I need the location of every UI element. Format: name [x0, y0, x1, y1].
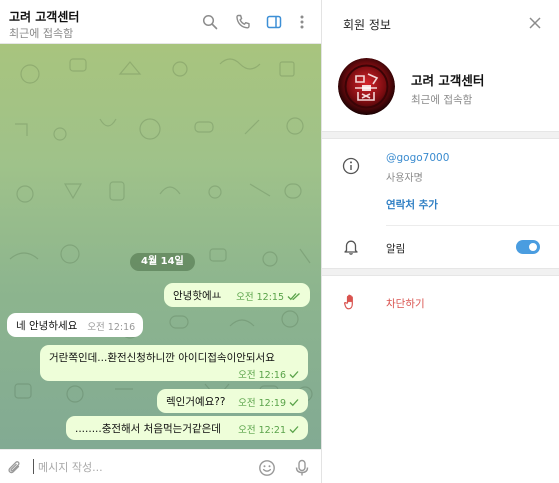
panel-title: 회원 정보	[343, 18, 391, 32]
date-divider: 4월 14일	[130, 253, 195, 271]
microphone-icon[interactable]	[292, 458, 312, 478]
username-label: 사용자명	[386, 173, 423, 184]
message-time: 오전 12:15	[236, 292, 284, 303]
message-time: 오전 12:21	[238, 425, 286, 436]
username-value[interactable]: @gogo7000	[386, 152, 449, 164]
message-bubble-outgoing[interactable]: ........충전해서 처음먹는거같은데 오전 12:21	[66, 416, 308, 440]
user-info-panel: 회원 정보 고려 고객센터 최근에 접속함 @gogo7000 사용자명 연락처…	[321, 0, 559, 483]
chat-status: 최근에 접속함	[9, 27, 74, 40]
check-icon	[289, 371, 299, 379]
message-bubble-outgoing[interactable]: 안녕핫에ㅛ 오전 12:15	[164, 283, 310, 307]
bell-icon	[342, 238, 360, 256]
message-text: 렉인거예요??	[166, 396, 226, 408]
block-hand-icon	[342, 293, 360, 311]
notifications-toggle[interactable]	[516, 240, 540, 254]
chat-header: 고려 고객센터 최근에 접속함	[0, 0, 321, 44]
message-time: 오전 12:19	[238, 398, 286, 409]
sidebar-toggle-icon[interactable]	[264, 12, 284, 32]
toggle-knob	[527, 241, 539, 253]
message-input[interactable]	[33, 458, 243, 476]
profile-name: 고려 고객센터	[411, 73, 485, 88]
section-separator	[322, 268, 559, 276]
check-icon	[289, 426, 299, 434]
chat-title[interactable]: 고려 고객센터	[9, 8, 79, 25]
more-vertical-icon[interactable]	[292, 12, 312, 32]
info-icon	[342, 157, 360, 175]
chat-background: 4월 14일 안녕핫에ㅛ 오전 12:15 네 안녕하세요 오전 12:16 거…	[0, 44, 321, 449]
emoji-icon[interactable]	[257, 458, 277, 478]
block-user-button[interactable]: 차단하기	[386, 296, 425, 311]
message-time: 오전 12:16	[238, 370, 286, 381]
message-time: 오전 12:16	[87, 322, 136, 333]
double-check-icon	[287, 293, 300, 301]
close-icon[interactable]	[526, 14, 544, 32]
notifications-label: 알림	[386, 243, 406, 255]
avatar[interactable]	[338, 58, 395, 115]
message-text: 안녕핫에ㅛ	[173, 290, 222, 302]
profile-status: 최근에 접속함	[411, 94, 473, 106]
message-bubble-outgoing[interactable]: 렉인거예요?? 오전 12:19	[157, 389, 308, 413]
message-text: 네 안녕하세요	[16, 320, 78, 332]
add-contact-button[interactable]: 연락처 추가	[386, 197, 438, 212]
message-bubble-incoming[interactable]: 네 안녕하세요 오전 12:16	[7, 313, 143, 337]
message-bubble-outgoing[interactable]: 거란쪽인데...환전신청하니깐 아이디접속이안되서요 오전 12:16	[40, 345, 308, 381]
message-composer	[0, 449, 321, 483]
check-icon	[289, 399, 299, 407]
divider	[386, 225, 559, 226]
message-text: ........충전해서 처음먹는거같은데	[75, 423, 221, 435]
search-icon[interactable]	[200, 12, 220, 32]
attach-icon[interactable]	[5, 458, 25, 478]
message-text: 거란쪽인데...환전신청하니깐 아이디접속이안되서요	[49, 352, 275, 364]
phone-icon[interactable]	[233, 12, 253, 32]
chat-pane: 고려 고객센터 최근에 접속함 4월 14일 안녕핫에ㅛ 오전 12:15 네 …	[0, 0, 321, 483]
section-separator	[322, 131, 559, 139]
